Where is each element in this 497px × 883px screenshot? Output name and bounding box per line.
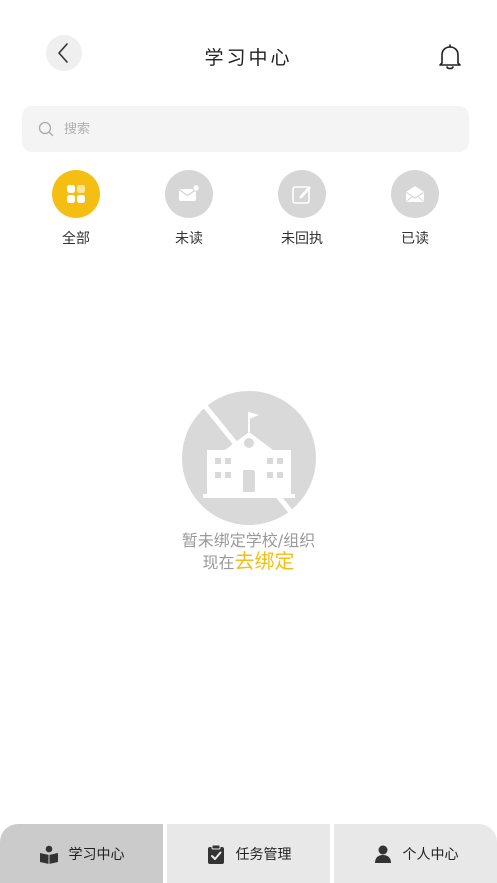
empty-prompt-prefix: 现在 [202, 553, 235, 572]
bell-icon [439, 44, 461, 70]
filter-no-receipt-label: 未回执 [281, 231, 323, 247]
filter-no-receipt-circle [278, 170, 326, 218]
mail-unread-icon [179, 184, 200, 201]
empty-prompt-line: 现在去绑定 [182, 551, 315, 573]
filter-unread-label: 未读 [175, 231, 203, 247]
grid-icon [67, 185, 85, 203]
filter-unread[interactable]: 未读 [139, 170, 239, 248]
school-crossed-icon [181, 391, 316, 525]
page-title: 学习中心 [204, 47, 293, 69]
book-reader-icon [39, 844, 59, 864]
mail-open-icon [406, 186, 424, 202]
filter-all-circle [52, 170, 100, 218]
user-icon [373, 844, 393, 864]
empty-message-line: 暂未绑定学校/组织 [181, 531, 316, 550]
filter-all[interactable]: 全部 [26, 170, 126, 248]
empty-message: 暂未绑定学校/组织 现在去绑定 [182, 530, 315, 573]
header: 学习中心 [0, 0, 497, 100]
search-bar[interactable] [22, 106, 469, 152]
notification-button[interactable] [434, 41, 466, 73]
filter-bar: 全部 未读 未回执 已读 [20, 170, 472, 250]
empty-state: 暂未绑定学校/组织 现在去绑定 [0, 388, 497, 573]
filter-read-label: 已读 [401, 231, 429, 247]
tab-personal-center[interactable]: 个人中心 [334, 824, 497, 883]
clipboard-check-icon [206, 844, 226, 864]
tab-task-management-label: 任务管理 [235, 846, 292, 863]
filter-all-label: 全部 [62, 231, 90, 247]
bottom-tabbar: 学习中心 任务管理 个人中心 [0, 824, 497, 883]
edit-icon [292, 186, 311, 204]
filter-read-circle [391, 170, 439, 218]
tab-study-center[interactable]: 学习中心 [0, 824, 163, 883]
filter-unread-circle [165, 170, 213, 218]
bind-link[interactable]: 去绑定 [235, 549, 295, 573]
search-icon [38, 121, 54, 137]
tab-task-management[interactable]: 任务管理 [167, 824, 330, 883]
search-input[interactable] [64, 121, 424, 137]
filter-read[interactable]: 已读 [365, 170, 465, 248]
filter-no-receipt[interactable]: 未回执 [252, 170, 352, 248]
tab-personal-center-label: 个人中心 [402, 846, 459, 863]
tab-study-center-label: 学习中心 [68, 846, 125, 863]
